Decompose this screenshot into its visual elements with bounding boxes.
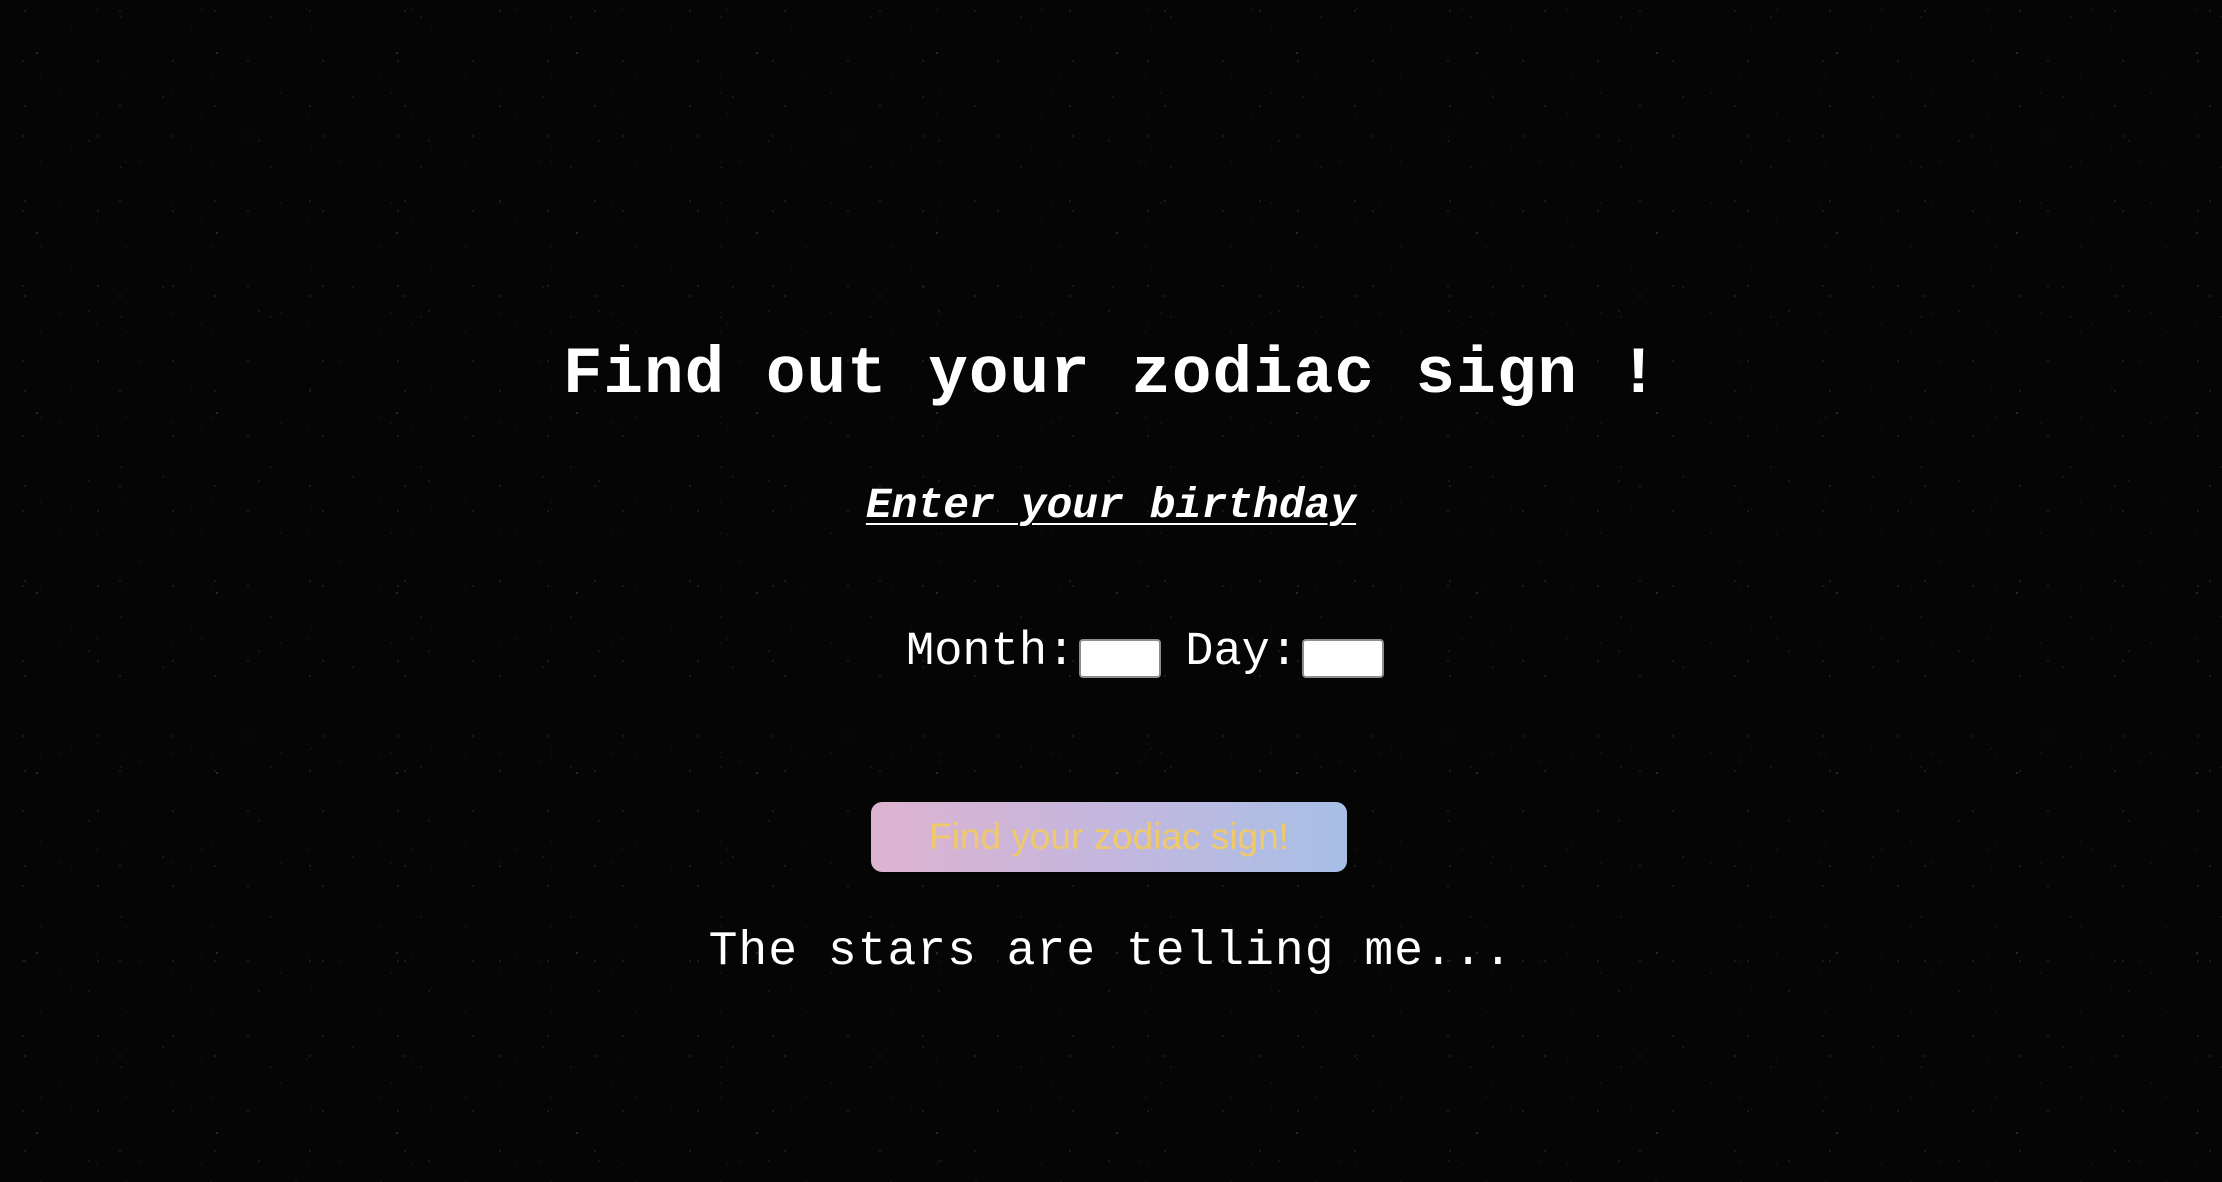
birthday-form: Month: Day:: [906, 625, 1385, 681]
birthday-subtitle: Enter your birthday: [865, 481, 1357, 530]
day-label: Day:: [1185, 626, 1299, 679]
page-title: Find out your zodiac sign !: [562, 337, 1660, 412]
find-zodiac-button[interactable]: Find your zodiac sign!: [871, 802, 1347, 872]
day-input[interactable]: [1302, 638, 1385, 678]
result-text: The stars are telling me...: [708, 925, 1514, 979]
month-input[interactable]: [1079, 638, 1162, 678]
month-label: Month:: [906, 626, 1076, 679]
